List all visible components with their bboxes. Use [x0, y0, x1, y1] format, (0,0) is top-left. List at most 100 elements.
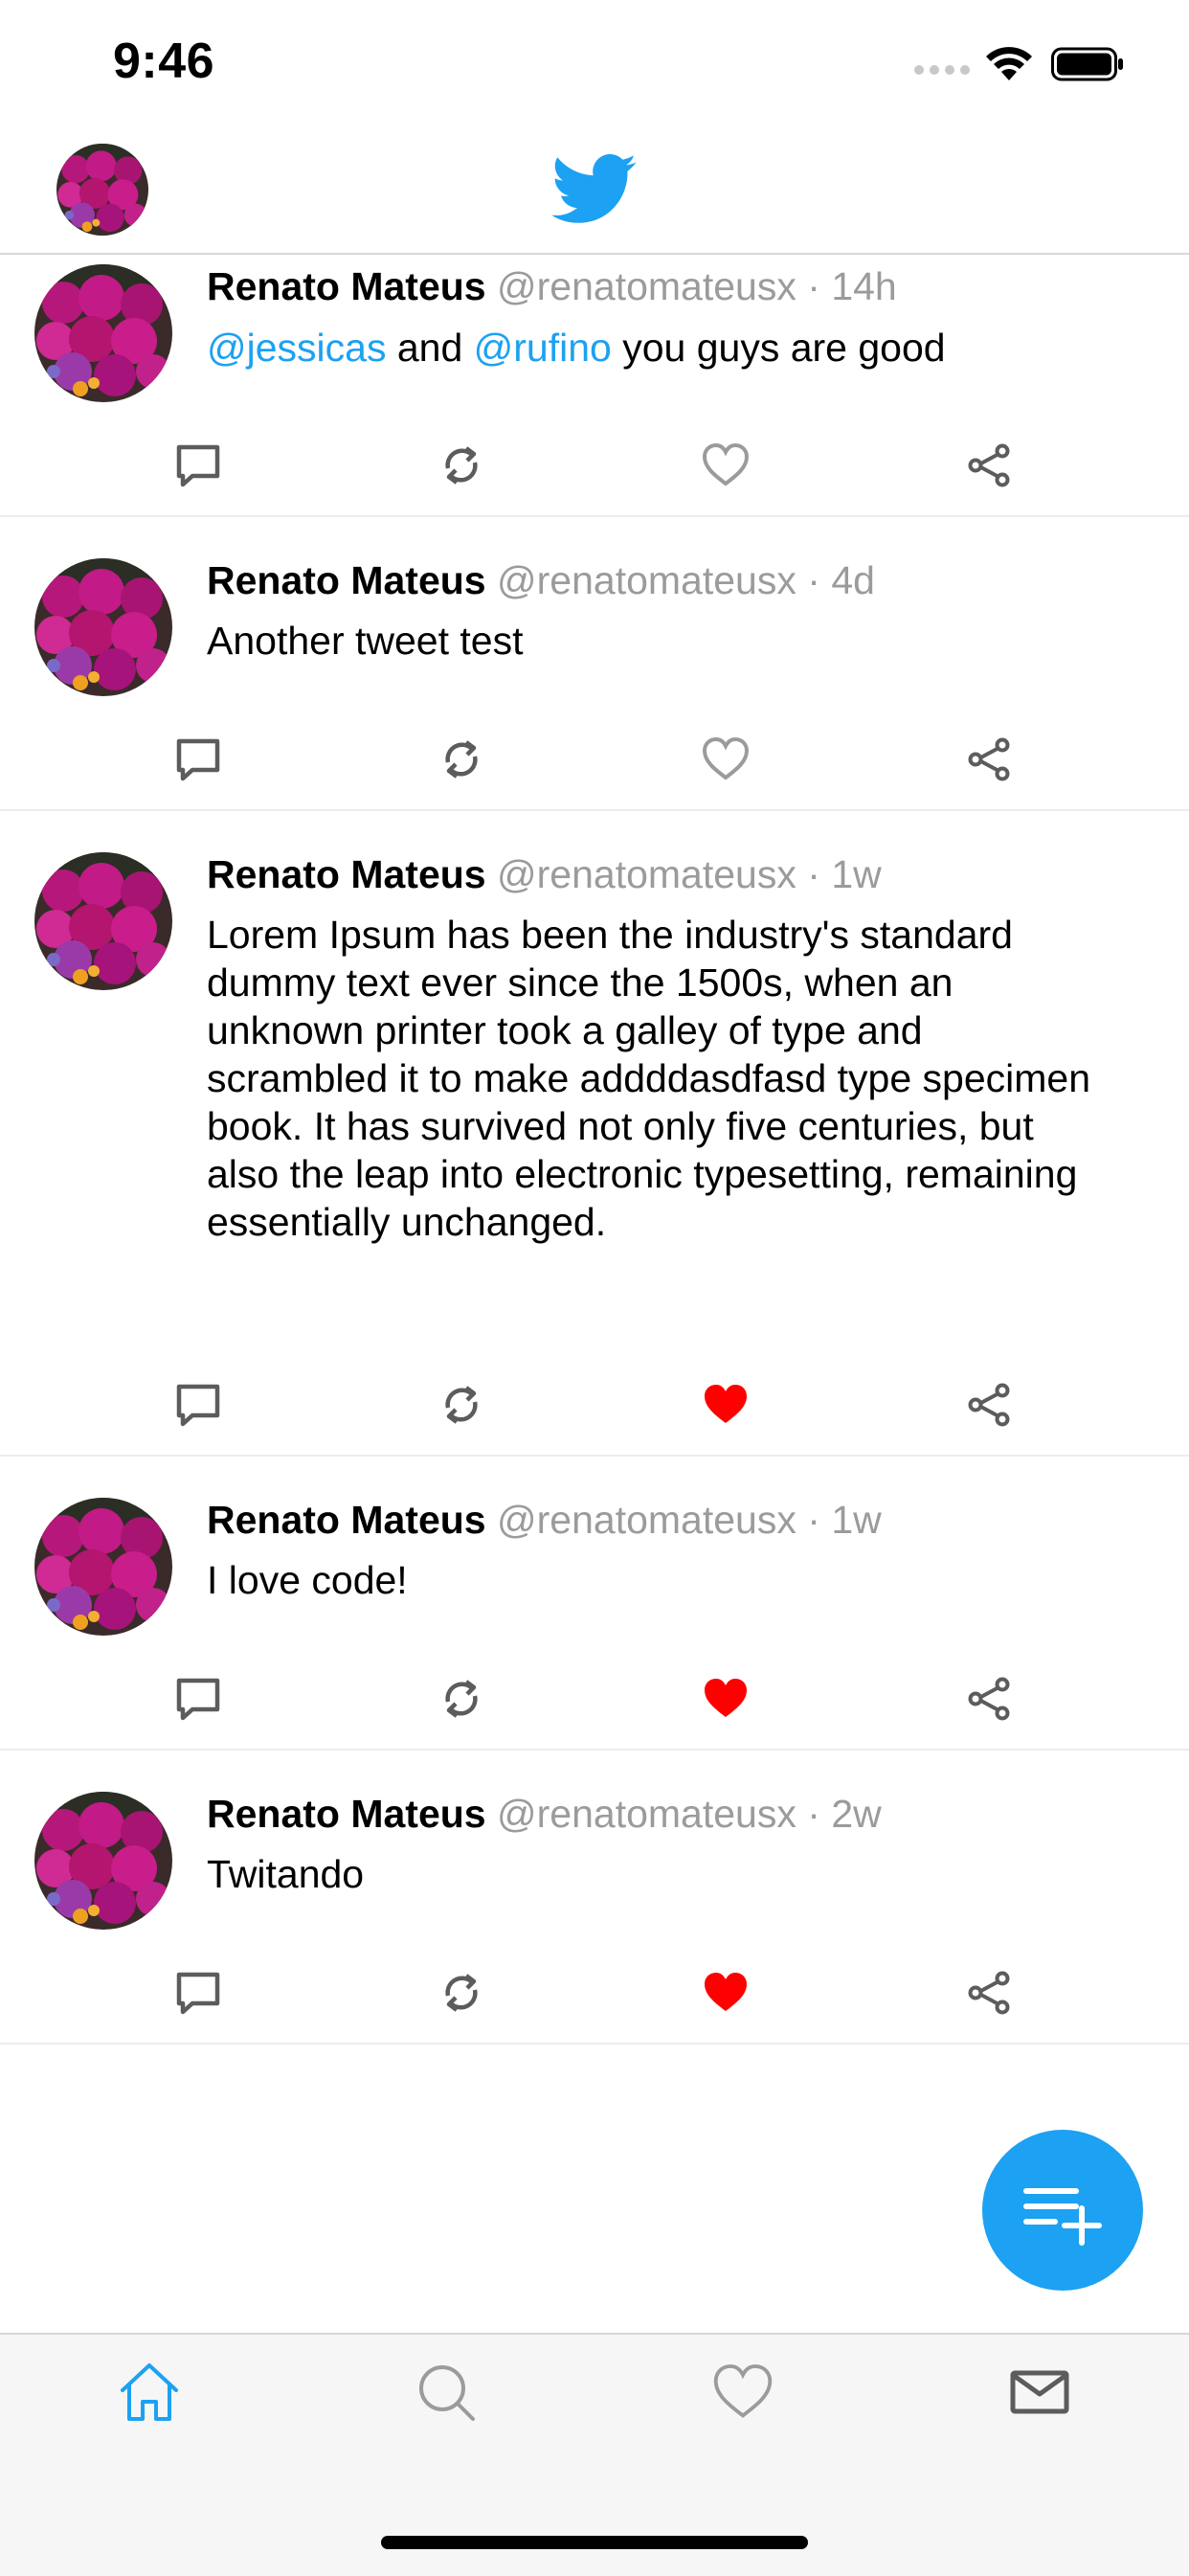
share-button[interactable] [961, 1670, 1019, 1728]
retweet-button[interactable] [433, 1670, 490, 1728]
reply-button[interactable] [169, 731, 227, 788]
tweet-card[interactable]: Renato Mateus @renatomateusx · 2w Twitan… [0, 1751, 1189, 2045]
reply-button[interactable] [169, 1376, 227, 1434]
flower-avatar-image [34, 558, 172, 696]
retweet-button[interactable] [433, 1376, 490, 1434]
mail-icon [1010, 2370, 1069, 2414]
search-icon [419, 2365, 475, 2421]
author-handle: @renatomateusx [497, 1792, 796, 1836]
reply-button[interactable] [169, 437, 227, 494]
tweet-text-part: and [386, 326, 474, 370]
separator-dot: · [807, 1498, 820, 1542]
author-name[interactable]: Renato Mateus [207, 1498, 486, 1542]
profile-avatar[interactable] [56, 144, 148, 236]
share-button[interactable] [961, 731, 1019, 788]
avatar[interactable] [34, 1498, 172, 1636]
status-time: 9:46 [113, 34, 215, 89]
separator-dot: · [807, 852, 820, 896]
retweet-button[interactable] [433, 437, 490, 494]
tab-likes[interactable] [707, 2356, 779, 2429]
mention-link[interactable]: @rufino [474, 326, 612, 370]
separator-dot: · [807, 1792, 820, 1836]
tweet-time: 1w [831, 1498, 882, 1542]
author-handle: @renatomateusx [497, 558, 796, 602]
compose-tweet-button[interactable] [982, 2130, 1143, 2291]
reply-button[interactable] [169, 1964, 227, 2022]
share-button[interactable] [961, 437, 1019, 494]
share-icon [968, 737, 1010, 781]
tweet-text: Lorem Ipsum has been the industry's stan… [207, 911, 1164, 1246]
flower-avatar-image [34, 264, 172, 402]
tweet-card[interactable]: Renato Mateus @renatomateusx · 4d Anothe… [0, 517, 1189, 811]
retweet-button[interactable] [433, 731, 490, 788]
tweet-text-part: you guys are good [611, 326, 946, 370]
tweet-header: Renato Mateus @renatomateusx · 4d [207, 558, 875, 603]
retweet-icon [445, 740, 478, 779]
author-name[interactable]: Renato Mateus [207, 852, 486, 896]
like-button[interactable] [697, 1670, 754, 1728]
battery-icon [1051, 47, 1123, 81]
tweet-text-line: dummy text ever since the 1500s, when an [207, 960, 953, 1005]
like-button[interactable] [697, 1376, 754, 1434]
twitter-bird-icon [551, 153, 637, 223]
heart-icon [713, 2364, 773, 2418]
tweet-card[interactable]: Renato Mateus @renatomateusx · 14h @jess… [0, 255, 1189, 517]
reply-icon [176, 1384, 220, 1427]
share-icon [968, 1383, 1010, 1427]
author-name[interactable]: Renato Mateus [207, 264, 486, 308]
tab-home[interactable] [113, 2356, 186, 2429]
tweet-header: Renato Mateus @renatomateusx · 1w [207, 1498, 882, 1543]
share-button[interactable] [961, 1376, 1019, 1434]
avatar[interactable] [34, 852, 172, 990]
heart-filled-icon [705, 1679, 747, 1717]
status-bar: 9:46 [0, 0, 1189, 134]
reply-button[interactable] [169, 1670, 227, 1728]
tweet-text-line: book. It has survived not only five cent… [207, 1104, 1034, 1148]
tweet-actions [0, 1670, 1189, 1728]
retweet-icon [445, 1680, 478, 1718]
like-button[interactable] [697, 437, 754, 494]
reply-icon [176, 1678, 220, 1721]
wifi-icon [986, 47, 1032, 80]
tweet-actions [0, 437, 1189, 494]
author-handle: @renatomateusx [497, 1498, 796, 1542]
compose-plus-icon [1023, 2188, 1102, 2246]
tweet-time: 2w [831, 1792, 882, 1836]
separator-dot: · [807, 558, 820, 602]
mention-link[interactable]: @jessicas [207, 326, 386, 370]
tweet-text: Twitando [207, 1852, 365, 1896]
heart-icon [702, 736, 750, 780]
nav-bar [0, 134, 1189, 255]
share-icon [968, 1677, 1010, 1721]
avatar[interactable] [34, 264, 172, 402]
author-handle: @renatomateusx [497, 264, 796, 308]
retweet-button[interactable] [433, 1964, 490, 2022]
author-name[interactable]: Renato Mateus [207, 558, 486, 602]
tweet-actions [0, 731, 1189, 788]
flower-avatar-image [56, 144, 148, 236]
retweet-icon [445, 1974, 478, 2012]
like-button[interactable] [697, 731, 754, 788]
reply-icon [176, 1972, 220, 2015]
share-button[interactable] [961, 1964, 1019, 2022]
tweet-actions [0, 1964, 1189, 2022]
tweet-card[interactable]: Renato Mateus @renatomateusx · 1w I love… [0, 1457, 1189, 1751]
reply-icon [176, 444, 220, 487]
tab-messages[interactable] [1003, 2356, 1076, 2429]
tweet-feed[interactable]: Renato Mateus @renatomateusx · 14h @jess… [0, 255, 1189, 2045]
avatar[interactable] [34, 1792, 172, 1930]
heart-icon [702, 442, 750, 486]
tab-search[interactable] [410, 2356, 482, 2429]
author-name[interactable]: Renato Mateus [207, 1792, 486, 1836]
home-indicator [381, 2536, 808, 2549]
like-button[interactable] [697, 1964, 754, 2022]
flower-avatar-image [34, 852, 172, 990]
cellular-signal-icon [914, 65, 970, 75]
avatar[interactable] [34, 558, 172, 696]
tweet-text: I love code! [207, 1558, 408, 1602]
tweet-text-line: essentially unchanged. [207, 1200, 607, 1244]
home-icon [121, 2363, 178, 2421]
author-handle: @renatomateusx [497, 852, 796, 896]
tweet-text-line: unknown printer took a galley of type an… [207, 1008, 923, 1052]
tweet-card[interactable]: Renato Mateus @renatomateusx · 1w Lorem … [0, 811, 1189, 1457]
